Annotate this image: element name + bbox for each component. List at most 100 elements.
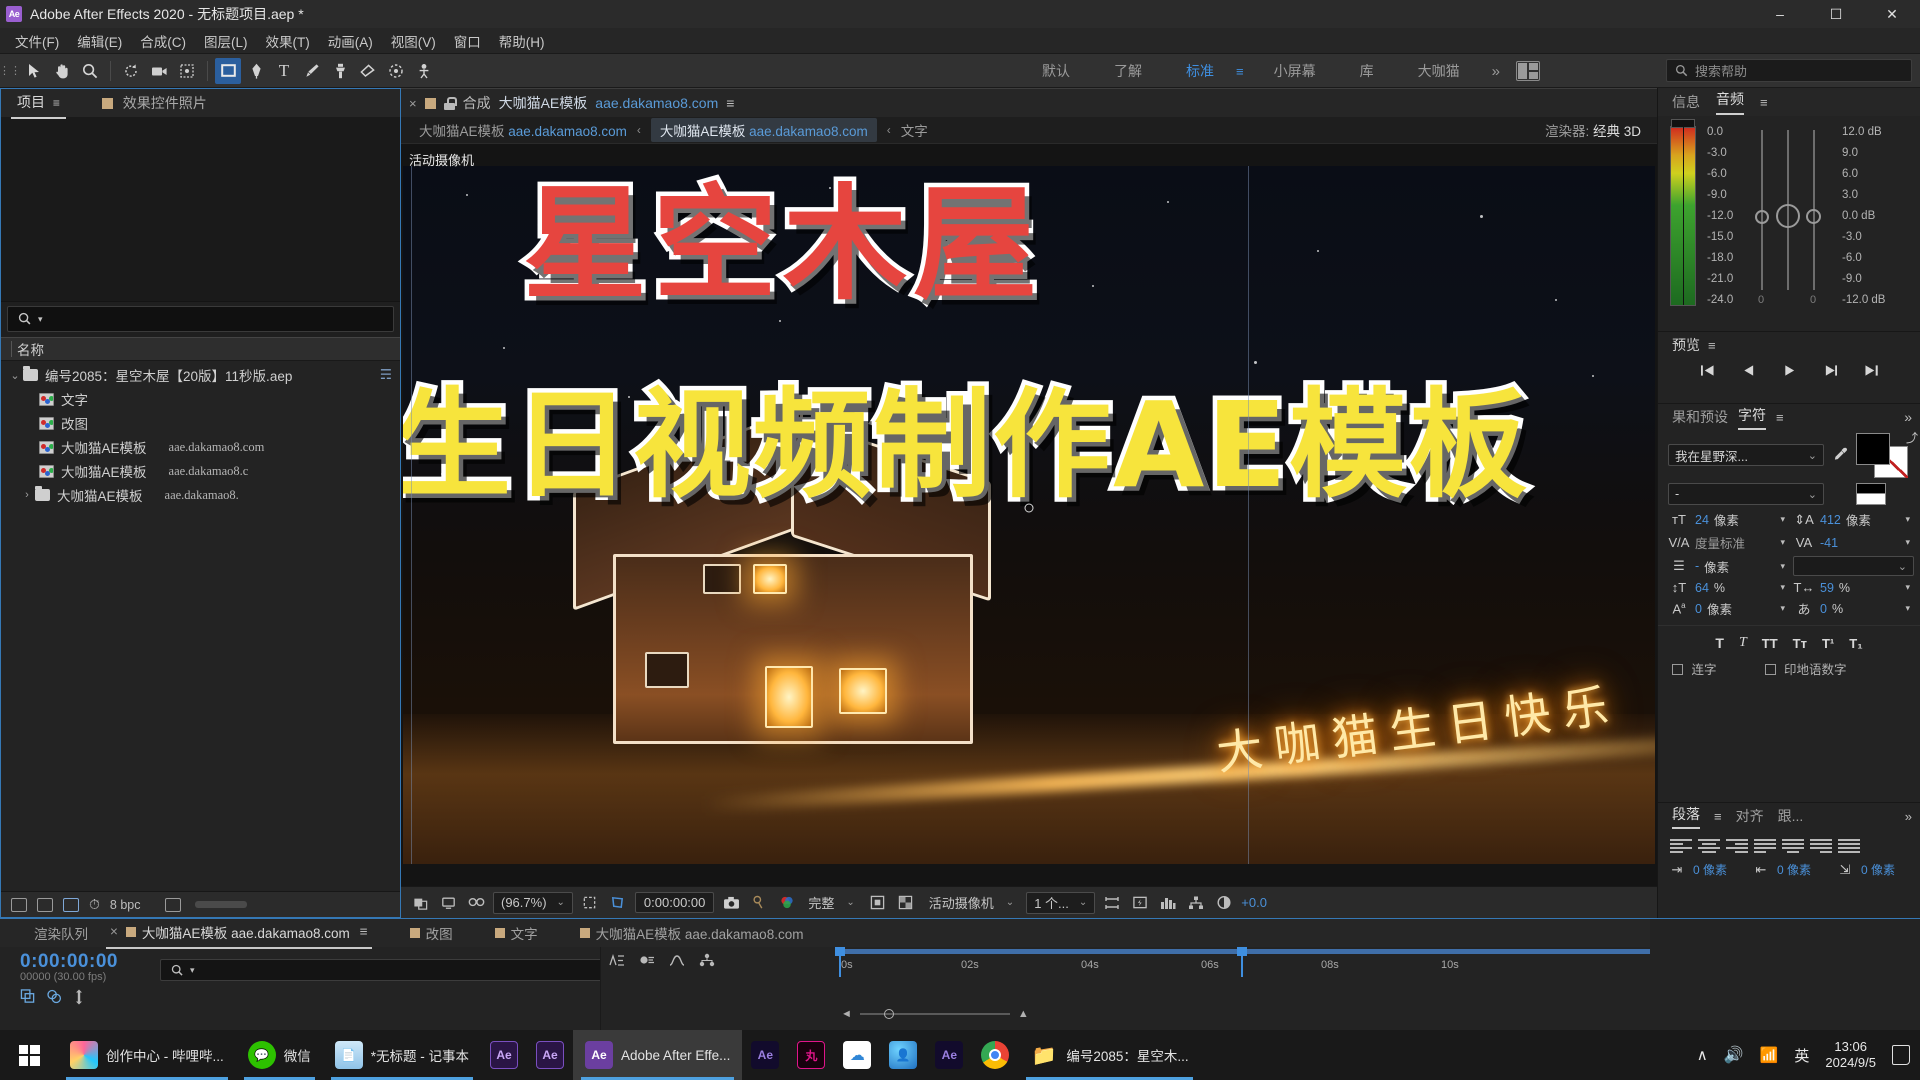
panel-menu-icon[interactable]: ≡ [1708, 338, 1716, 353]
workspace-library[interactable]: 库 [1338, 54, 1396, 88]
new-composition-icon[interactable] [37, 897, 53, 912]
wifi-icon[interactable]: 📶 [1760, 1046, 1779, 1064]
timeline-graph-area[interactable]: 0s 02s 04s 06s 08s 10s ◄ ▲ [600, 947, 1650, 1030]
fader-knob-right[interactable] [1806, 209, 1821, 224]
taskbar-item-chrome[interactable] [972, 1030, 1018, 1080]
menu-animation[interactable]: 动画(A) [319, 29, 382, 53]
roto-brush-tool[interactable] [383, 58, 409, 84]
align-left-icon[interactable] [1670, 837, 1692, 855]
chevron-down-icon[interactable]: ▾ [1905, 537, 1914, 548]
workspace-small-screen[interactable]: 小屏幕 [1252, 54, 1338, 88]
ime-indicator[interactable]: 英 [1794, 1045, 1809, 1066]
3d-glasses-icon[interactable] [465, 893, 487, 913]
render-toggle-icon[interactable]: ⏱ [89, 896, 100, 913]
taskbar-item-ae-2[interactable]: Ae [527, 1030, 573, 1080]
motion-blur-icon[interactable] [639, 953, 655, 970]
stroke-style-select[interactable]: ⌄ [1793, 556, 1914, 576]
eyedropper-icon[interactable] [1830, 446, 1850, 465]
baseline-shift-field[interactable]: Aa 0 像素 ▾ [1668, 599, 1789, 618]
ligatures-checkbox[interactable]: 连字 [1672, 659, 1717, 678]
tab-tracker[interactable]: 跟... [1778, 806, 1804, 826]
exposure-value[interactable]: +0.0 [1241, 895, 1267, 910]
snapshot-icon[interactable] [720, 893, 742, 913]
flowchart-icon[interactable] [1185, 893, 1207, 913]
current-time-display[interactable]: 0:00:00:00 [634, 892, 715, 913]
toggle-mask-icon[interactable] [409, 893, 431, 913]
workspace-standard[interactable]: 标准 [1164, 54, 1236, 88]
disclosure-triangle-icon[interactable]: ⌄ [7, 369, 23, 382]
next-frame-icon[interactable] [1823, 364, 1838, 382]
project-column-header[interactable]: 名称 [1, 337, 400, 361]
menu-layer[interactable]: 图层(L) [195, 29, 257, 53]
list-item[interactable]: 大咖猫AE模板 aae.dakamao8.c [1, 459, 400, 483]
zoom-slider[interactable] [859, 1009, 1010, 1019]
menu-help[interactable]: 帮助(H) [490, 29, 554, 53]
list-item[interactable]: 改图 [1, 411, 400, 435]
font-size-field[interactable]: ᴛT 24 像素 ▾ [1668, 510, 1789, 529]
chevron-down-icon[interactable]: ▾ [1905, 514, 1914, 525]
fast-preview-icon[interactable] [1129, 893, 1151, 913]
hand-tool[interactable] [49, 58, 75, 84]
stroke-width-field[interactable]: ☰ - 像素 ▾ [1668, 557, 1789, 576]
hamburger-icon[interactable]: ≡ [1236, 64, 1252, 79]
renderer-selector[interactable]: 渲染器: 经典 3D [1545, 120, 1641, 140]
puppet-tool[interactable] [411, 58, 437, 84]
chevron-down-icon[interactable]: ▾ [1780, 582, 1789, 593]
home-icon[interactable]: ⋮⋮ [0, 58, 21, 84]
panel-menu-icon[interactable]: ≡ [360, 924, 368, 939]
tab-comp-dakamao-2[interactable]: 大咖猫AE模板 aae.dakamao8.com [576, 919, 808, 948]
indent-right-field[interactable]: ⇤ 0 像素 [1750, 861, 1828, 878]
chevron-down-icon[interactable]: ▾ [1780, 537, 1789, 548]
transparency-grid-icon[interactable] [867, 893, 889, 913]
font-family-select[interactable]: 我在星野深... ⌄ [1668, 444, 1824, 466]
tab-comp-wenzi[interactable]: 文字 [491, 919, 542, 948]
panel-overflow-icon[interactable]: » [1905, 809, 1912, 824]
checkerboard-icon[interactable] [895, 893, 917, 913]
hindi-digits-checkbox[interactable]: 印地语数字 [1764, 659, 1847, 678]
draft-3d-icon[interactable] [46, 989, 62, 1008]
all-caps-button[interactable]: TT [1762, 636, 1778, 651]
panel-menu-icon[interactable]: ≡ [726, 95, 734, 111]
fader-knob-master[interactable] [1776, 204, 1800, 228]
taskbar-item-after-effects[interactable]: Ae Adobe After Effe... [573, 1030, 743, 1080]
subscript-button[interactable]: T₁ [1849, 636, 1862, 651]
frame-blend-icon[interactable] [609, 953, 625, 970]
tsume-field[interactable]: あ 0 % ▾ [1793, 599, 1914, 618]
faux-italic-button[interactable]: T [1739, 635, 1747, 651]
list-item[interactable]: › 大咖猫AE模板 aae.dakamao8. [1, 483, 400, 507]
last-frame-icon[interactable] [1864, 364, 1879, 382]
justify-last-center-icon[interactable] [1782, 837, 1804, 855]
workspace-default[interactable]: 默认 [1020, 54, 1092, 88]
clone-stamp-tool[interactable] [327, 58, 353, 84]
justify-last-left-icon[interactable] [1754, 837, 1776, 855]
justify-last-right-icon[interactable] [1810, 837, 1832, 855]
tray-expand-icon[interactable]: ∧ [1697, 1046, 1708, 1064]
superscript-button[interactable]: T¹ [1822, 636, 1834, 651]
panel-slider[interactable] [194, 901, 247, 908]
view-selector[interactable]: 活动摄像机 ⌄ [923, 892, 1014, 914]
renderer-options-icon[interactable] [1157, 893, 1179, 913]
panel-menu-icon[interactable]: ≡ [1760, 95, 1768, 110]
menu-effect[interactable]: 效果(T) [257, 29, 319, 53]
taskbar-item-wan[interactable]: 丸 [788, 1030, 834, 1080]
breadcrumb-item-0[interactable]: 大咖猫AE模板 aae.dakamao8.com [419, 120, 627, 140]
zoom-slider-knob[interactable] [883, 1009, 894, 1019]
panel-menu-icon[interactable]: ≡ [1776, 410, 1784, 425]
tab-render-queue[interactable]: 渲染队列 [30, 919, 92, 948]
chevron-down-icon[interactable]: ▾ [1780, 603, 1789, 614]
volume-icon[interactable]: 🔊 [1724, 1045, 1744, 1065]
taskbar-item-wechat[interactable]: 💬 微信 [236, 1030, 323, 1080]
project-settings-icon[interactable] [63, 897, 79, 912]
timeline-zoom-control[interactable]: ◄ ▲ [841, 1008, 1029, 1020]
zoom-tool[interactable] [77, 58, 103, 84]
grid-guides-icon[interactable] [607, 893, 629, 913]
faux-bold-button[interactable]: T [1715, 635, 1724, 651]
brainstorm-icon[interactable] [699, 953, 715, 970]
chevron-down-icon[interactable]: ▾ [1905, 603, 1914, 614]
list-item[interactable]: 文字 [1, 387, 400, 411]
delete-icon[interactable] [164, 897, 181, 912]
playhead[interactable] [835, 947, 845, 977]
fader-knob-left[interactable] [1755, 210, 1769, 224]
default-colors-icon[interactable] [1856, 483, 1886, 505]
justify-all-icon[interactable] [1838, 837, 1860, 855]
